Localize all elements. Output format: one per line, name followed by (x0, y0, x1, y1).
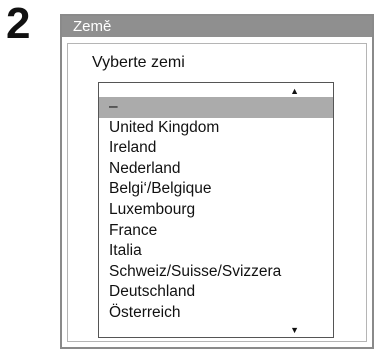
country-item-luxembourg[interactable]: Luxembourg (99, 200, 333, 221)
country-list: – United Kingdom Ireland Nederland Belgi… (99, 97, 333, 324)
arrow-up-icon[interactable]: ▲ (290, 86, 299, 96)
country-item-nederland[interactable]: Nederland (99, 159, 333, 180)
country-item-switzerland[interactable]: Schweiz/Suisse/Svizzera (99, 262, 333, 283)
country-item-deutschland[interactable]: Deutschland (99, 282, 333, 303)
country-item-none[interactable]: – (99, 97, 333, 118)
country-item-osterreich[interactable]: Österreich (99, 303, 333, 324)
country-item-ireland[interactable]: Ireland (99, 138, 333, 159)
country-item-italia[interactable]: Italia (99, 241, 333, 262)
dialog-title: Země (62, 16, 372, 37)
country-item-france[interactable]: France (99, 221, 333, 242)
country-dialog: Země Vyberte zemi ▲ – United Kingdom Ire… (60, 14, 374, 349)
arrow-down-icon[interactable]: ▼ (290, 325, 299, 335)
step-number: 2 (6, 0, 31, 48)
country-item-united-kingdom[interactable]: United Kingdom (99, 118, 333, 139)
country-item-belgium[interactable]: Belgi‘/Belgique (99, 179, 333, 200)
country-listbox[interactable]: ▲ – United Kingdom Ireland Nederland Bel… (98, 82, 334, 338)
select-country-prompt: Vyberte zemi (92, 54, 185, 71)
